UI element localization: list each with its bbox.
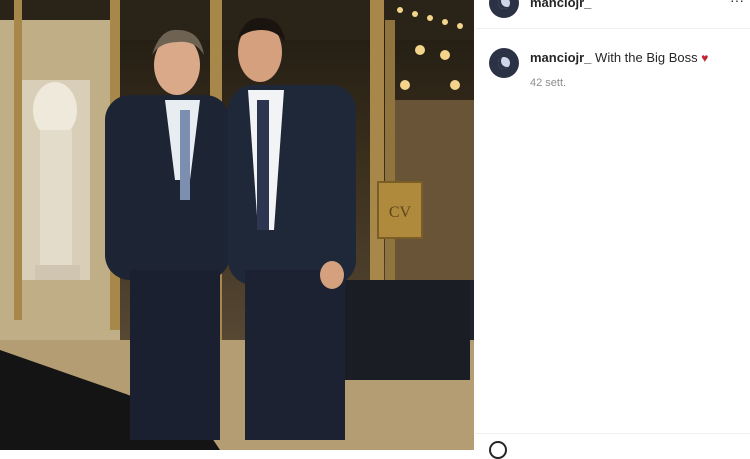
author-avatar[interactable] (489, 0, 519, 18)
caption-avatar[interactable] (489, 48, 519, 78)
divider (475, 433, 750, 434)
post-sidebar: manciojr_ ··· manciojr_ With the Big Bos… (475, 0, 750, 459)
post-timestamp[interactable]: 42 sett. (530, 77, 566, 89)
photo-scene: CV (0, 0, 474, 450)
post-photo[interactable]: CV (0, 0, 474, 450)
more-options-icon[interactable]: ··· (730, 0, 744, 8)
post-caption: manciojr_ With the Big Boss ♥ (530, 50, 708, 65)
author-username[interactable]: manciojr_ (530, 0, 591, 10)
heart-emoji-icon: ♥ (701, 51, 709, 65)
svg-text:CV: CV (389, 204, 412, 221)
like-icon[interactable] (489, 441, 507, 459)
caption-username[interactable]: manciojr_ (530, 50, 591, 65)
caption-text: With the Big Boss (595, 50, 698, 65)
post-header: manciojr_ ··· (475, 0, 750, 29)
